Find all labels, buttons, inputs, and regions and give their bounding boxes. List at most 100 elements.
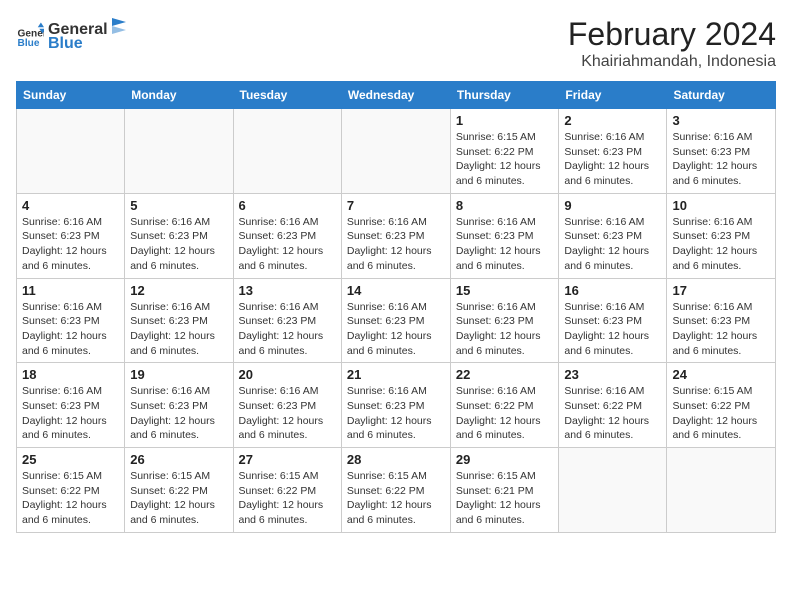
day-info: Sunrise: 6:16 AM Sunset: 6:23 PM Dayligh… — [672, 130, 770, 189]
calendar-cell: 6 Sunrise: 6:16 AM Sunset: 6:23 PM Daylig… — [233, 193, 341, 278]
calendar-cell: 21 Sunrise: 6:16 AM Sunset: 6:23 PM Dayli… — [341, 363, 450, 448]
calendar-header-monday: Monday — [125, 82, 233, 109]
logo-blue: Blue — [48, 35, 128, 53]
day-info: Sunrise: 6:16 AM Sunset: 6:23 PM Dayligh… — [347, 215, 445, 274]
logo: General Blue General Blue — [16, 16, 128, 53]
calendar-cell: 16 Sunrise: 6:16 AM Sunset: 6:23 PM Dayli… — [559, 278, 667, 363]
calendar-table: SundayMondayTuesdayWednesdayThursdayFrid… — [16, 81, 776, 533]
calendar-cell — [559, 448, 667, 533]
calendar-cell: 28 Sunrise: 6:15 AM Sunset: 6:22 PM Dayli… — [341, 448, 450, 533]
calendar-cell — [341, 109, 450, 194]
day-number: 3 — [672, 113, 770, 128]
header: General Blue General Blue February 2024 … — [16, 16, 776, 71]
calendar-cell: 1 Sunrise: 6:15 AM Sunset: 6:22 PM Daylig… — [450, 109, 559, 194]
day-number: 4 — [22, 198, 119, 213]
calendar-cell: 14Sunrise: 6:16 AM Sunset: 6:23 PM Dayli… — [341, 278, 450, 363]
logo-icon: General Blue — [16, 21, 44, 49]
day-info: Sunrise: 6:16 AM Sunset: 6:23 PM Dayligh… — [456, 215, 554, 274]
title-area: February 2024 Khairiahmandah, Indonesia — [568, 16, 776, 71]
calendar-cell: 9Sunrise: 6:16 AM Sunset: 6:23 PM Daylig… — [559, 193, 667, 278]
day-number: 25 — [22, 452, 119, 467]
calendar-header-row: SundayMondayTuesdayWednesdayThursdayFrid… — [17, 82, 776, 109]
calendar-cell: 17Sunrise: 6:16 AM Sunset: 6:23 PM Dayli… — [667, 278, 776, 363]
location-title: Khairiahmandah, Indonesia — [568, 53, 776, 71]
day-number: 11 — [22, 283, 119, 298]
calendar-cell: 8Sunrise: 6:16 AM Sunset: 6:23 PM Daylig… — [450, 193, 559, 278]
day-info: Sunrise: 6:15 AM Sunset: 6:22 PM Dayligh… — [347, 469, 445, 528]
day-number: 15 — [456, 283, 554, 298]
calendar-cell: 15 Sunrise: 6:16 AM Sunset: 6:23 PM Dayli… — [450, 278, 559, 363]
day-info: Sunrise: 6:16 AM Sunset: 6:23 PM Dayligh… — [672, 215, 770, 274]
calendar-week-1: 1 Sunrise: 6:15 AM Sunset: 6:22 PM Daylig… — [17, 109, 776, 194]
calendar-cell — [17, 109, 125, 194]
day-number: 5 — [130, 198, 227, 213]
day-number: 23 — [564, 367, 661, 382]
day-info: Sunrise: 6:15 AM Sunset: 6:22 PM Dayligh… — [456, 130, 554, 189]
calendar-header-wednesday: Wednesday — [341, 82, 450, 109]
calendar-cell: 4 Sunrise: 6:16 AM Sunset: 6:23 PM Daylig… — [17, 193, 125, 278]
calendar-cell: 10 Sunrise: 6:16 AM Sunset: 6:23 PM Dayli… — [667, 193, 776, 278]
calendar-header-thursday: Thursday — [450, 82, 559, 109]
day-number: 2 — [564, 113, 661, 128]
calendar-week-2: 4 Sunrise: 6:16 AM Sunset: 6:23 PM Daylig… — [17, 193, 776, 278]
calendar-cell: 26Sunrise: 6:15 AM Sunset: 6:22 PM Dayli… — [125, 448, 233, 533]
calendar-cell: 22 Sunrise: 6:16 AM Sunset: 6:22 PM Dayli… — [450, 363, 559, 448]
calendar-cell: 18 Sunrise: 6:16 AM Sunset: 6:23 PM Dayli… — [17, 363, 125, 448]
day-number: 6 — [239, 198, 336, 213]
day-info: Sunrise: 6:16 AM Sunset: 6:22 PM Dayligh… — [456, 384, 554, 443]
day-number: 19 — [130, 367, 227, 382]
day-number: 7 — [347, 198, 445, 213]
calendar-cell: 7 Sunrise: 6:16 AM Sunset: 6:23 PM Daylig… — [341, 193, 450, 278]
day-info: Sunrise: 6:16 AM Sunset: 6:23 PM Dayligh… — [239, 215, 336, 274]
day-info: Sunrise: 6:16 AM Sunset: 6:23 PM Dayligh… — [347, 300, 445, 359]
day-info: Sunrise: 6:16 AM Sunset: 6:23 PM Dayligh… — [239, 384, 336, 443]
logo-flag-icon — [110, 16, 128, 34]
calendar-header-sunday: Sunday — [17, 82, 125, 109]
day-info: Sunrise: 6:16 AM Sunset: 6:23 PM Dayligh… — [564, 300, 661, 359]
day-info: Sunrise: 6:16 AM Sunset: 6:23 PM Dayligh… — [564, 215, 661, 274]
day-number: 21 — [347, 367, 445, 382]
calendar-cell: 24Sunrise: 6:15 AM Sunset: 6:22 PM Dayli… — [667, 363, 776, 448]
day-info: Sunrise: 6:16 AM Sunset: 6:23 PM Dayligh… — [130, 384, 227, 443]
day-info: Sunrise: 6:15 AM Sunset: 6:22 PM Dayligh… — [130, 469, 227, 528]
calendar-header-friday: Friday — [559, 82, 667, 109]
calendar-cell: 12 Sunrise: 6:16 AM Sunset: 6:23 PM Dayli… — [125, 278, 233, 363]
day-number: 17 — [672, 283, 770, 298]
calendar-cell: 3 Sunrise: 6:16 AM Sunset: 6:23 PM Daylig… — [667, 109, 776, 194]
day-info: Sunrise: 6:16 AM Sunset: 6:23 PM Dayligh… — [456, 300, 554, 359]
day-info: Sunrise: 6:16 AM Sunset: 6:23 PM Dayligh… — [22, 384, 119, 443]
day-number: 10 — [672, 198, 770, 213]
calendar-cell: 11Sunrise: 6:16 AM Sunset: 6:23 PM Dayli… — [17, 278, 125, 363]
calendar-cell: 25 Sunrise: 6:15 AM Sunset: 6:22 PM Dayli… — [17, 448, 125, 533]
day-number: 12 — [130, 283, 227, 298]
day-info: Sunrise: 6:15 AM Sunset: 6:21 PM Dayligh… — [456, 469, 554, 528]
day-info: Sunrise: 6:16 AM Sunset: 6:22 PM Dayligh… — [564, 384, 661, 443]
calendar-week-3: 11 Sunrise: 6:16 AM Sunset: 6:23 PM Dayli… — [17, 278, 776, 363]
svg-text:Blue: Blue — [18, 37, 40, 48]
calendar-cell: 23 Sunrise: 6:16 AM Sunset: 6:22 PM Dayli… — [559, 363, 667, 448]
day-number: 20 — [239, 367, 336, 382]
day-number: 18 — [22, 367, 119, 382]
day-info: Sunrise: 6:16 AM Sunset: 6:23 PM Dayligh… — [130, 300, 227, 359]
day-info: Sunrise: 6:16 AM Sunset: 6:23 PM Dayligh… — [347, 384, 445, 443]
day-info: Sunrise: 6:15 AM Sunset: 6:22 PM Dayligh… — [22, 469, 119, 528]
calendar-cell — [233, 109, 341, 194]
day-info: Sunrise: 6:16 AM Sunset: 6:23 PM Dayligh… — [239, 300, 336, 359]
day-info: Sunrise: 6:16 AM Sunset: 6:23 PM Dayligh… — [22, 215, 119, 274]
calendar-cell: 29Sunrise: 6:15 AM Sunset: 6:21 PM Dayli… — [450, 448, 559, 533]
day-info: Sunrise: 6:15 AM Sunset: 6:22 PM Dayligh… — [239, 469, 336, 528]
month-title: February 2024 — [568, 16, 776, 53]
day-number: 16 — [564, 283, 661, 298]
calendar-body: 1 Sunrise: 6:15 AM Sunset: 6:22 PM Daylig… — [17, 109, 776, 533]
calendar-cell: 20 Sunrise: 6:16 AM Sunset: 6:23 PM Dayli… — [233, 363, 341, 448]
calendar-cell: 2Sunrise: 6:16 AM Sunset: 6:23 PM Daylig… — [559, 109, 667, 194]
day-number: 1 — [456, 113, 554, 128]
calendar-week-5: 25 Sunrise: 6:15 AM Sunset: 6:22 PM Dayli… — [17, 448, 776, 533]
calendar-cell: 19 Sunrise: 6:16 AM Sunset: 6:23 PM Dayli… — [125, 363, 233, 448]
calendar-cell — [667, 448, 776, 533]
day-number: 22 — [456, 367, 554, 382]
calendar-cell: 13Sunrise: 6:16 AM Sunset: 6:23 PM Dayli… — [233, 278, 341, 363]
day-info: Sunrise: 6:16 AM Sunset: 6:23 PM Dayligh… — [130, 215, 227, 274]
day-number: 28 — [347, 452, 445, 467]
day-info: Sunrise: 6:15 AM Sunset: 6:22 PM Dayligh… — [672, 384, 770, 443]
